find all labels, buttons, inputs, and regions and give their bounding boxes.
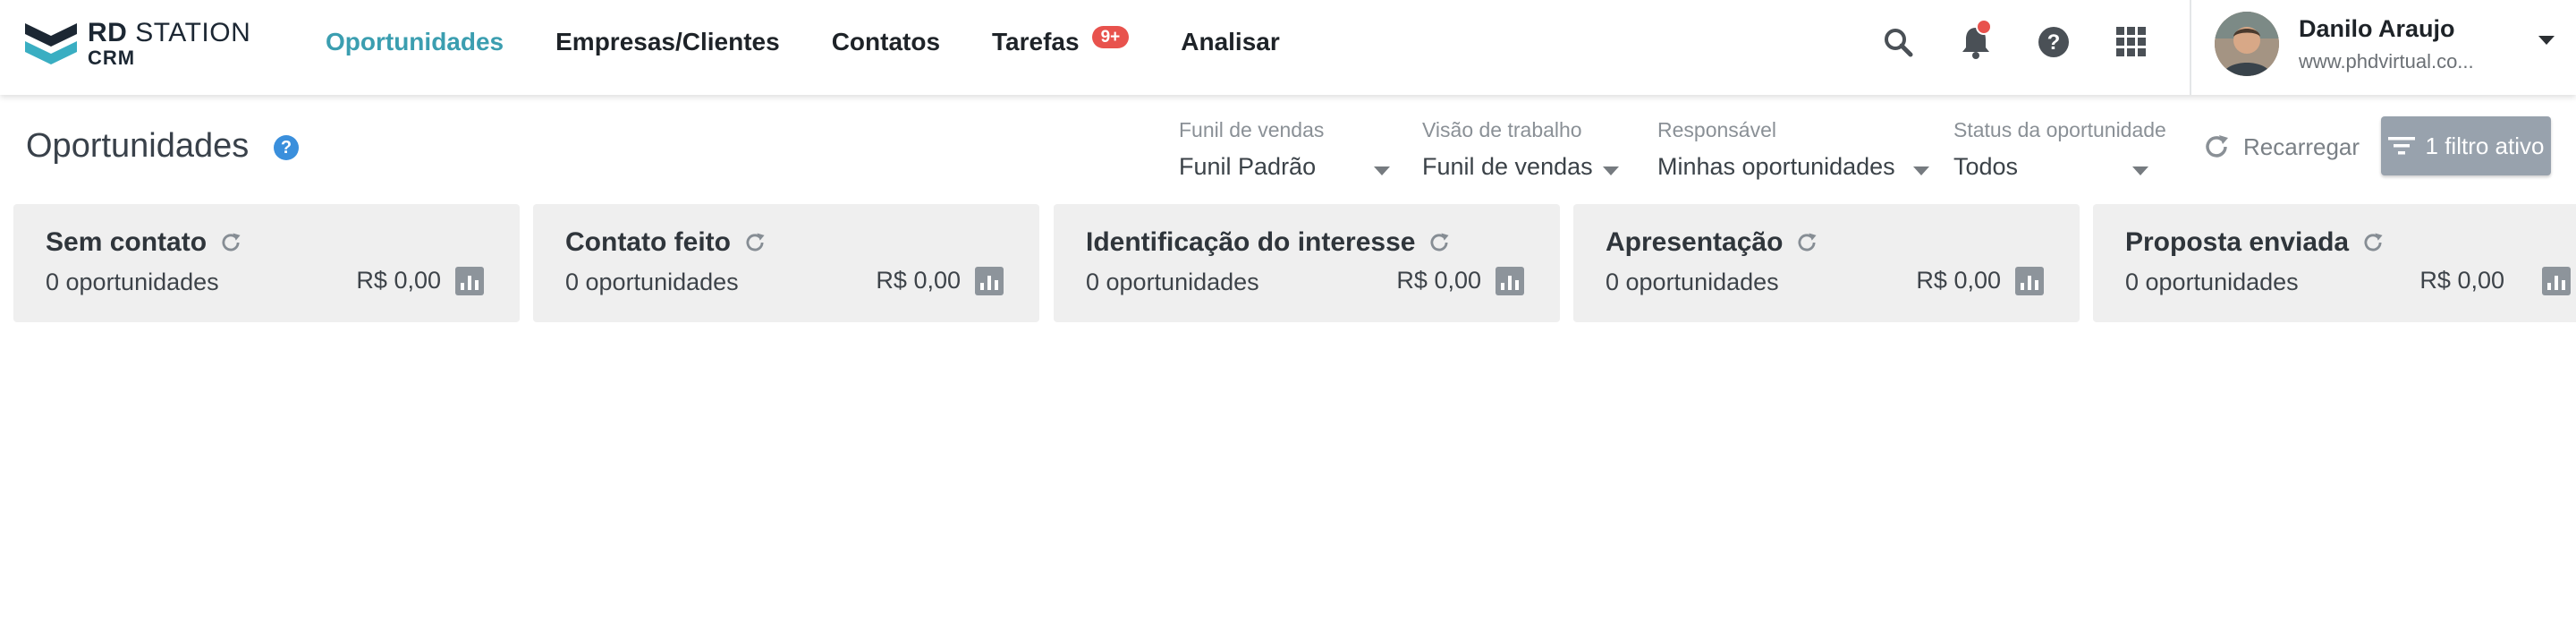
logo-top-line: RD STATION (88, 20, 250, 47)
bar-chart-icon[interactable] (975, 267, 1004, 295)
page-title: Oportunidades (26, 127, 250, 165)
header-divider (2190, 0, 2191, 95)
apps-grid-icon[interactable] (2112, 22, 2151, 62)
help-icon[interactable]: ? (2034, 22, 2073, 62)
logo-wordmark: RD STATION CRM (88, 20, 250, 68)
pipeline-stage-contato-feito: Contato feito 0 oportunidades R$ 0,00 (533, 204, 1039, 322)
nav-empresas-label: Empresas/Clientes (555, 28, 780, 55)
page-help-icon[interactable]: ? (274, 135, 299, 160)
filter-label: Visão de trabalho (1422, 118, 1582, 141)
chevron-down-icon (1913, 166, 1929, 175)
filter-label: Funil de vendas (1179, 118, 1325, 141)
stage-title: Contato feito (565, 227, 767, 258)
stage-value: R$ 0,00 (356, 267, 441, 294)
nav-analisar-label: Analisar (1181, 28, 1280, 55)
main-nav: Oportunidades Empresas/Clientes Contatos… (326, 0, 1332, 84)
stage-title: Proposta enviada (2125, 227, 2385, 258)
user-info: Danilo Araujo www.phdvirtual.co... (2299, 15, 2474, 73)
filter-value: Minhas oportunidades (1657, 153, 1895, 180)
filter-funil-de-vendas[interactable]: Funil de vendas Funil Padrão (1179, 118, 1394, 181)
filter-label: Responsável (1657, 118, 1776, 141)
logo-crm: CRM (88, 47, 136, 69)
stage-value: R$ 0,00 (1396, 267, 1481, 294)
pipeline-stage-apresentacao: Apresentação 0 oportunidades R$ 0,00 (1573, 204, 2080, 322)
filter-value: Funil Padrão (1179, 153, 1317, 180)
bar-chart-icon[interactable] (1496, 267, 1524, 295)
notification-dot (1976, 19, 1992, 35)
stage-title-label: Sem contato (46, 227, 208, 257)
bar-chart-icon[interactable] (2542, 267, 2571, 295)
nav-contatos[interactable]: Contatos (832, 28, 940, 56)
chevron-down-icon (1374, 166, 1390, 175)
bar-chart-icon[interactable] (455, 267, 484, 295)
logo-rd: RD (88, 18, 128, 47)
avatar (2215, 12, 2279, 76)
bar-chart-icon[interactable] (2015, 267, 2044, 295)
pipeline-stage-proposta-enviada: Proposta enviada 0 oportunidades R$ 0,00 (2093, 204, 2576, 322)
user-name: Danilo Araujo (2299, 14, 2455, 42)
active-filter-label: 1 filtro ativo (2425, 132, 2545, 159)
rd-station-logo[interactable]: RD STATION CRM (25, 16, 258, 72)
nav-analisar[interactable]: Analisar (1181, 28, 1280, 56)
page-header: Oportunidades ? Funil de vendas Funil Pa… (0, 95, 2576, 193)
stage-count: 0 oportunidades (565, 269, 739, 295)
filter-visao-de-trabalho[interactable]: Visão de trabalho Funil de vendas (1422, 118, 1624, 181)
reload-label: Recarregar (2243, 132, 2360, 160)
filter-icon (2387, 137, 2415, 155)
svg-text:?: ? (2047, 30, 2061, 55)
rd-logo-mark-icon (25, 23, 77, 64)
stage-count: 0 oportunidades (2125, 269, 2299, 295)
stage-title: Identificação do interesse (1086, 227, 1451, 258)
chevron-down-icon (1603, 166, 1619, 175)
filter-value: Funil de vendas (1422, 153, 1593, 180)
stage-value: R$ 0,00 (2419, 267, 2504, 294)
stage-title-label: Identificação do interesse (1086, 227, 1416, 257)
filter-status-da-oportunidade[interactable]: Status da oportunidade Todos (1953, 118, 2177, 181)
refresh-icon[interactable] (2361, 231, 2385, 254)
filter-label: Status da oportunidade (1953, 118, 2166, 141)
user-site: www.phdvirtual.co... (2299, 49, 2474, 73)
chevron-down-icon (2132, 166, 2148, 175)
bell-icon[interactable] (1956, 19, 1996, 62)
logo-station: STATION (135, 18, 251, 47)
top-navbar: RD STATION CRM Oportunidades Empresas/Cl… (0, 0, 2576, 95)
pipeline-stage-sem-contato: Sem contato 0 oportunidades R$ 0,00 (13, 204, 520, 322)
nav-oportunidades[interactable]: Oportunidades (326, 28, 504, 56)
refresh-icon[interactable] (743, 231, 767, 254)
stage-value: R$ 0,00 (1916, 267, 2001, 294)
stage-title-label: Proposta enviada (2125, 227, 2350, 257)
nav-tarefas[interactable]: Tarefas 9+ (992, 25, 1130, 56)
active-filter-button[interactable]: 1 filtro ativo (2381, 116, 2551, 175)
refresh-icon[interactable] (1795, 231, 1818, 254)
refresh-icon[interactable] (1428, 231, 1451, 254)
nav-empresas-clientes[interactable]: Empresas/Clientes (555, 28, 780, 56)
stage-title-label: Apresentação (1606, 227, 1784, 257)
reload-button[interactable]: Recarregar (2202, 129, 2360, 165)
stage-title: Sem contato (46, 227, 242, 258)
pipeline-stage-identificacao-do-interesse: Identificação do interesse 0 oportunidad… (1054, 204, 1560, 322)
stage-title-label: Contato feito (565, 227, 731, 257)
top-icon-group: ? (1878, 19, 2190, 64)
tasks-count-badge: 9+ (1091, 25, 1130, 48)
refresh-icon (2206, 135, 2228, 158)
nav-contatos-label: Contatos (831, 28, 941, 55)
refresh-icon[interactable] (219, 231, 242, 254)
stage-value: R$ 0,00 (876, 267, 961, 294)
chevron-down-icon[interactable] (2538, 36, 2555, 45)
search-icon[interactable] (1878, 22, 1918, 62)
nav-tarefas-label: Tarefas (992, 28, 1080, 55)
filter-responsavel[interactable]: Responsável Minhas oportunidades (1657, 118, 1935, 181)
stage-count: 0 oportunidades (1606, 269, 1779, 295)
stage-count: 0 oportunidades (1086, 269, 1259, 295)
user-menu[interactable]: Danilo Araujo www.phdvirtual.co... (2215, 11, 2555, 77)
stage-title: Apresentação (1606, 227, 1818, 258)
stage-count: 0 oportunidades (46, 269, 219, 295)
nav-oportunidades-label: Oportunidades (326, 28, 504, 55)
